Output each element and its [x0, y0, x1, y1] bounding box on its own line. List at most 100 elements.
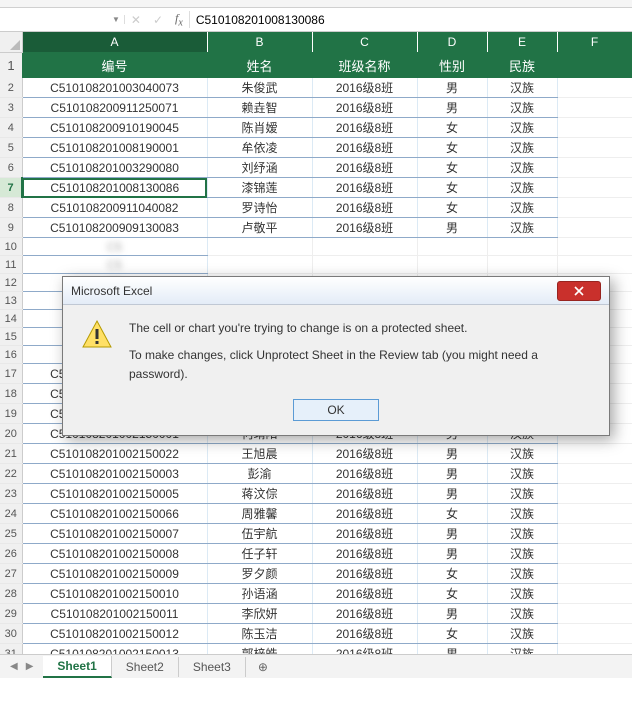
- cell[interactable]: 汉族: [487, 484, 557, 504]
- formula-input[interactable]: [190, 13, 632, 27]
- tab-prev-icon[interactable]: ◀: [10, 661, 18, 672]
- cell[interactable]: [557, 158, 632, 178]
- cell[interactable]: 汉族: [487, 524, 557, 544]
- cell[interactable]: 女: [417, 138, 487, 158]
- cell[interactable]: [557, 464, 632, 484]
- cell[interactable]: 汉族: [487, 504, 557, 524]
- cell[interactable]: 汉族: [487, 138, 557, 158]
- cell[interactable]: [557, 198, 632, 218]
- cell[interactable]: 女: [417, 118, 487, 138]
- col-header-E[interactable]: E: [487, 32, 557, 52]
- cell[interactable]: [557, 238, 632, 256]
- row-header[interactable]: 22: [0, 464, 22, 484]
- cell[interactable]: 汉族: [487, 118, 557, 138]
- cell[interactable]: 彭渝: [207, 464, 312, 484]
- row-header[interactable]: 28: [0, 584, 22, 604]
- cell[interactable]: C510108201003290080: [22, 158, 207, 178]
- cell[interactable]: [487, 256, 557, 274]
- cell[interactable]: 任子轩: [207, 544, 312, 564]
- cell[interactable]: C510108201002150007: [22, 524, 207, 544]
- cell[interactable]: C510108201002150012: [22, 624, 207, 644]
- cell[interactable]: 陈玉洁: [207, 624, 312, 644]
- cell[interactable]: 伍宇航: [207, 524, 312, 544]
- cell[interactable]: 汉族: [487, 444, 557, 464]
- cell[interactable]: [207, 256, 312, 274]
- cell[interactable]: 汉族: [487, 624, 557, 644]
- header-cell[interactable]: 民族: [487, 52, 557, 78]
- cell[interactable]: 男: [417, 604, 487, 624]
- cell[interactable]: [557, 484, 632, 504]
- cell[interactable]: 汉族: [487, 544, 557, 564]
- tab-sheet3[interactable]: Sheet3: [179, 657, 246, 677]
- cell[interactable]: 2016级8班: [312, 464, 417, 484]
- cell[interactable]: 李欣妍: [207, 604, 312, 624]
- row-header[interactable]: 21: [0, 444, 22, 464]
- add-sheet-button[interactable]: ⊕: [246, 660, 280, 674]
- cell[interactable]: 汉族: [487, 604, 557, 624]
- cell[interactable]: 男: [417, 524, 487, 544]
- table-row[interactable]: 1编号姓名班级名称性别民族: [0, 52, 632, 78]
- cell[interactable]: 牟依凌: [207, 138, 312, 158]
- cell[interactable]: 孙语涵: [207, 584, 312, 604]
- cell[interactable]: 2016级8班: [312, 78, 417, 98]
- column-header-row[interactable]: A B C D E F: [0, 32, 632, 52]
- cell[interactable]: 2016级8班: [312, 524, 417, 544]
- cell[interactable]: [557, 504, 632, 524]
- cell[interactable]: 汉族: [487, 158, 557, 178]
- cell[interactable]: C510108201002150010: [22, 584, 207, 604]
- cell[interactable]: 赖垚智: [207, 98, 312, 118]
- dialog-titlebar[interactable]: Microsoft Excel: [63, 277, 609, 305]
- cell[interactable]: [487, 238, 557, 256]
- row-header[interactable]: 2: [0, 78, 22, 98]
- table-row[interactable]: 29C510108201002150011李欣妍2016级8班男汉族: [0, 604, 632, 624]
- header-cell[interactable]: 姓名: [207, 52, 312, 78]
- table-row[interactable]: 8C510108200911040082罗诗怡2016级8班女汉族: [0, 198, 632, 218]
- row-header[interactable]: 4: [0, 118, 22, 138]
- row-header[interactable]: 7: [0, 178, 22, 198]
- cell[interactable]: 2016级8班: [312, 218, 417, 238]
- row-header[interactable]: 9: [0, 218, 22, 238]
- row-header[interactable]: 17: [0, 364, 22, 384]
- cell[interactable]: 2016级8班: [312, 178, 417, 198]
- col-header-F[interactable]: F: [557, 32, 632, 52]
- tab-sheet2[interactable]: Sheet2: [112, 657, 179, 677]
- tab-nav[interactable]: ◀ ▶: [0, 661, 43, 672]
- cell[interactable]: 2016级8班: [312, 504, 417, 524]
- cell[interactable]: C510108201002150008: [22, 544, 207, 564]
- cell[interactable]: 女: [417, 198, 487, 218]
- table-row[interactable]: 28C510108201002150010孙语涵2016级8班女汉族: [0, 584, 632, 604]
- row-header[interactable]: 13: [0, 292, 22, 310]
- table-row[interactable]: 11C5: [0, 256, 632, 274]
- cell[interactable]: 男: [417, 444, 487, 464]
- cell[interactable]: [557, 604, 632, 624]
- cell[interactable]: 汉族: [487, 198, 557, 218]
- table-row[interactable]: 27C510108201002150009罗夕颜2016级8班女汉族: [0, 564, 632, 584]
- cell[interactable]: C510108200909130083: [22, 218, 207, 238]
- row-header[interactable]: 30: [0, 624, 22, 644]
- cell[interactable]: 女: [417, 564, 487, 584]
- cell[interactable]: 女: [417, 624, 487, 644]
- cell[interactable]: 男: [417, 544, 487, 564]
- cell[interactable]: 2016级8班: [312, 584, 417, 604]
- cell[interactable]: [557, 524, 632, 544]
- header-cell[interactable]: 编号: [22, 52, 207, 78]
- cell[interactable]: 女: [417, 504, 487, 524]
- row-header[interactable]: 24: [0, 504, 22, 524]
- row-header[interactable]: 11: [0, 256, 22, 274]
- cell[interactable]: 2016级8班: [312, 198, 417, 218]
- cell[interactable]: 2016级8班: [312, 564, 417, 584]
- row-header[interactable]: 14: [0, 310, 22, 328]
- row-header[interactable]: 5: [0, 138, 22, 158]
- cell[interactable]: 罗诗怡: [207, 198, 312, 218]
- cell[interactable]: 刘纾涵: [207, 158, 312, 178]
- cell[interactable]: 男: [417, 484, 487, 504]
- cell[interactable]: 2016级8班: [312, 544, 417, 564]
- dialog-close-button[interactable]: [557, 281, 601, 301]
- cell[interactable]: 汉族: [487, 218, 557, 238]
- cell[interactable]: 2016级8班: [312, 118, 417, 138]
- cell[interactable]: 男: [417, 98, 487, 118]
- select-all-corner[interactable]: [0, 32, 22, 52]
- row-header[interactable]: 23: [0, 484, 22, 504]
- table-row[interactable]: 9C510108200909130083卢敬平2016级8班男汉族: [0, 218, 632, 238]
- cell[interactable]: 汉族: [487, 564, 557, 584]
